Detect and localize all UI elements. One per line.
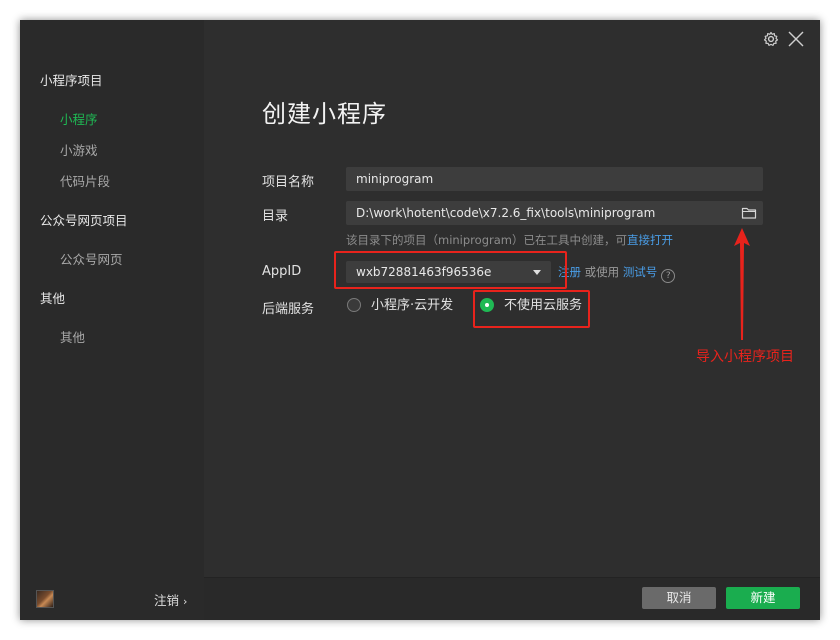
sidebar-group-official-web: 公众号网页项目 bbox=[40, 213, 128, 228]
sidebar-item-code-snippet[interactable]: 代码片段 bbox=[60, 171, 110, 190]
open-directly-link[interactable]: 直接打开 bbox=[627, 233, 673, 247]
project-name-input[interactable]: miniprogram bbox=[346, 167, 763, 191]
project-name-label: 项目名称 bbox=[262, 175, 315, 190]
appid-extra: 注册 或使用 测试号? bbox=[558, 264, 676, 283]
radio-cloud-dev[interactable]: 小程序·云开发 bbox=[347, 298, 453, 314]
directory-value: D:\work\hotent\code\x7.2.6_fix\tools\min… bbox=[356, 206, 656, 220]
page-title: 创建小程序 bbox=[262, 100, 387, 128]
sidebar-item-official-web[interactable]: 公众号网页 bbox=[60, 249, 123, 268]
logout-button[interactable]: 注销 › bbox=[154, 590, 187, 609]
annotation-text: 导入小程序项目 bbox=[696, 349, 794, 365]
annotation-arrow-icon bbox=[732, 228, 752, 340]
radio-unchecked-icon bbox=[347, 298, 361, 312]
highlight-appid-box bbox=[334, 251, 567, 289]
highlight-no-cloud-box bbox=[473, 290, 590, 328]
create-button[interactable]: 新建 bbox=[726, 587, 800, 609]
gear-icon[interactable] bbox=[762, 30, 780, 48]
directory-input[interactable]: D:\work\hotent\code\x7.2.6_fix\tools\min… bbox=[346, 201, 763, 225]
directory-hint-text: 该目录下的项目（miniprogram）已在工具中创建，可 bbox=[346, 233, 627, 247]
sidebar: 小程序项目 小程序 小游戏 代码片段 公众号网页项目 公众号网页 其他 其他 注… bbox=[20, 20, 204, 620]
sidebar-item-miniprogram[interactable]: 小程序 bbox=[60, 109, 98, 128]
close-icon[interactable] bbox=[787, 30, 805, 48]
create-project-window: 小程序项目 小程序 小游戏 代码片段 公众号网页项目 公众号网页 其他 其他 注… bbox=[20, 20, 820, 620]
sidebar-group-other: 其他 bbox=[40, 291, 66, 306]
avatar[interactable] bbox=[36, 590, 54, 608]
or-use-text: 或使用 bbox=[584, 265, 620, 279]
appid-label: AppID bbox=[262, 264, 302, 279]
sidebar-item-minigame[interactable]: 小游戏 bbox=[60, 140, 98, 159]
directory-hint: 该目录下的项目（miniprogram）已在工具中创建，可直接打开 bbox=[346, 232, 673, 248]
backend-label: 后端服务 bbox=[262, 302, 315, 317]
radio-cloud-dev-label: 小程序·云开发 bbox=[371, 298, 454, 313]
chevron-right-icon: › bbox=[183, 595, 188, 608]
directory-label: 目录 bbox=[262, 209, 289, 224]
sidebar-group-miniprogram: 小程序项目 bbox=[40, 73, 103, 88]
cancel-button[interactable]: 取消 bbox=[642, 587, 716, 609]
help-icon[interactable]: ? bbox=[661, 269, 676, 283]
test-account-link[interactable]: 测试号 bbox=[623, 265, 658, 279]
folder-icon[interactable] bbox=[741, 205, 757, 221]
logout-label: 注销 bbox=[154, 593, 180, 608]
sidebar-item-other[interactable]: 其他 bbox=[60, 327, 85, 346]
